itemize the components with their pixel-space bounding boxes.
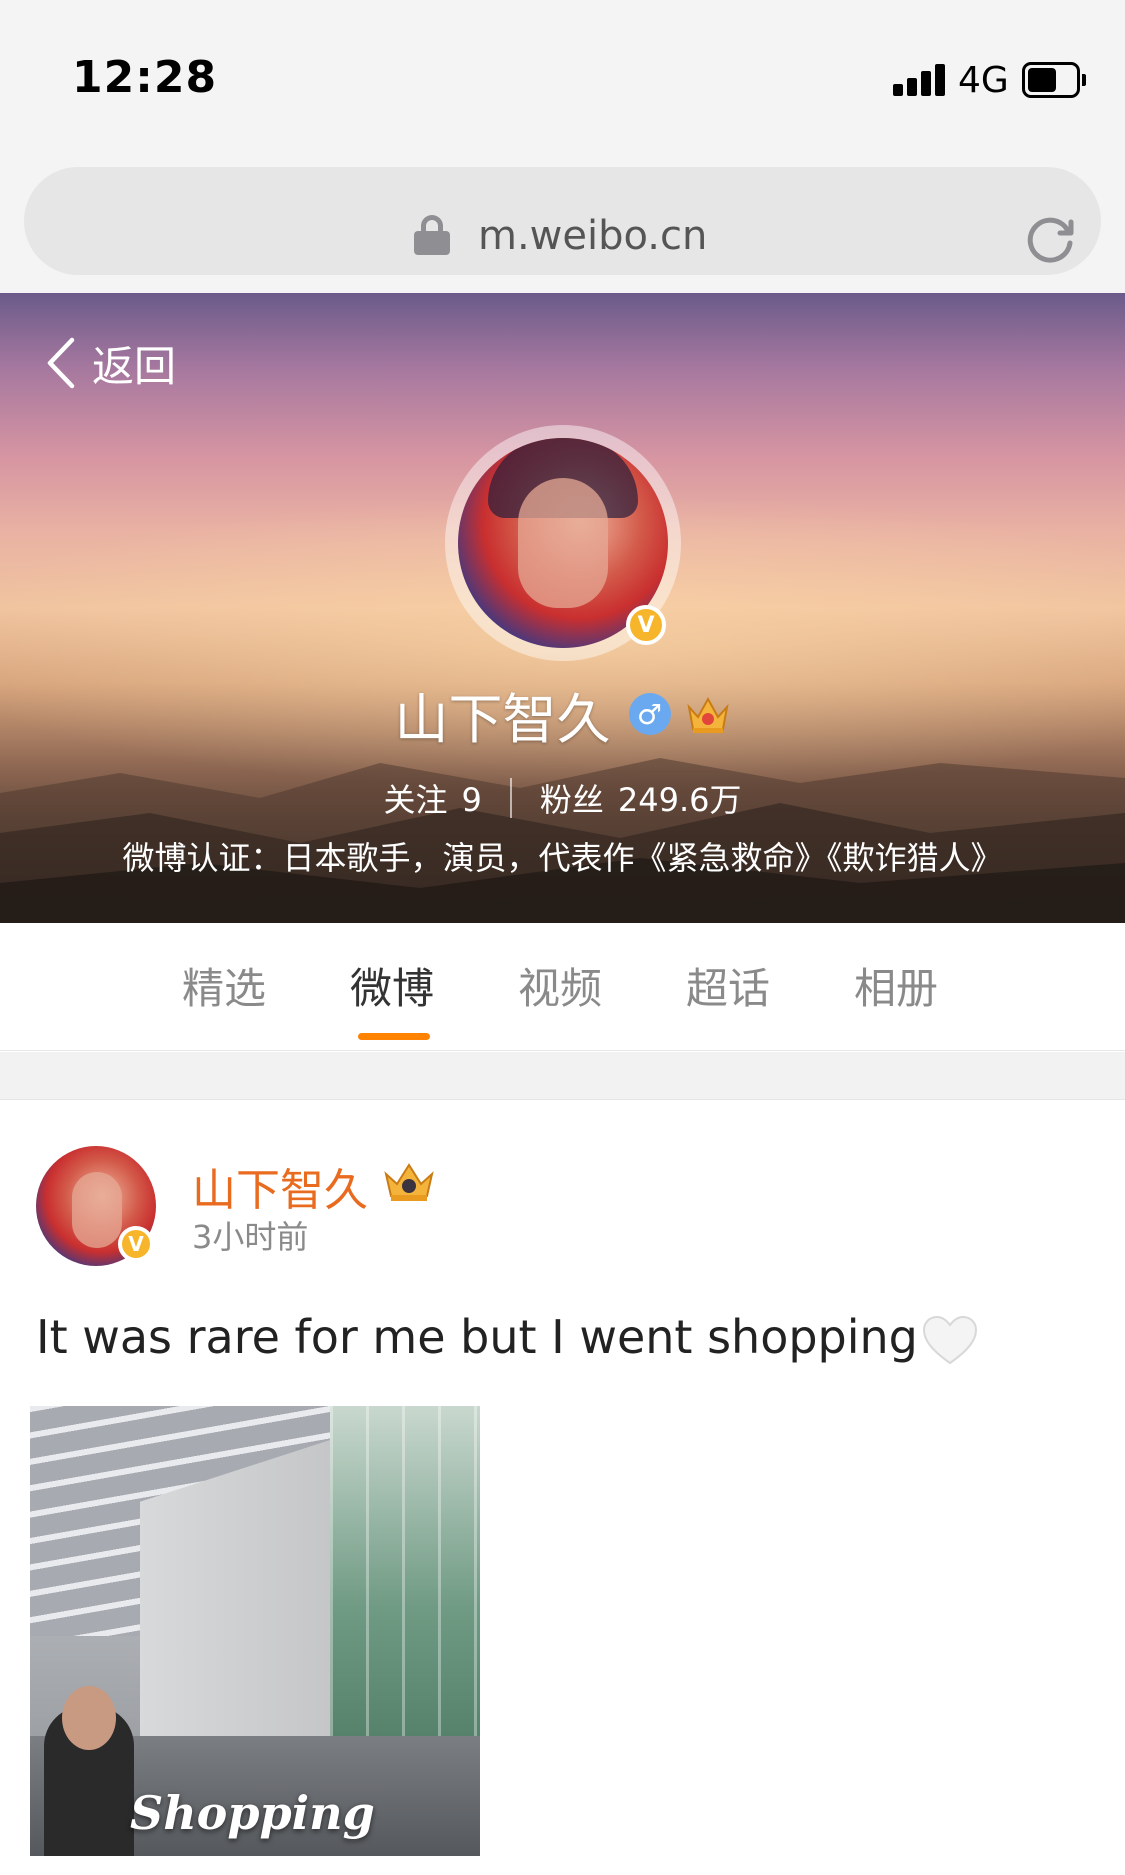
weibo-post: V 山下智久 3小时前 It was rare for me but I wen… (0, 1100, 1125, 1875)
profile-tabs: 精选 微博 视频 超话 相册 (0, 923, 1125, 1051)
post-timestamp: 3小时前 (192, 1218, 309, 1256)
tab-album[interactable]: 相册 (854, 955, 938, 1016)
verified-badge-icon: V (118, 1226, 154, 1262)
post-image[interactable]: Shopping (30, 1406, 480, 1856)
male-gender-icon: ♂ (628, 693, 671, 735)
stats-divider (509, 778, 512, 818)
address-bar[interactable]: m.weibo.cn (24, 167, 1101, 275)
tab-video[interactable]: 视频 (518, 955, 602, 1016)
status-bar: 12:28 4G (0, 0, 1125, 150)
following-label: 关注 (383, 781, 448, 819)
reload-icon[interactable] (1024, 211, 1078, 265)
profile-name-row: 山下智久 ♂ (0, 679, 1125, 751)
lock-icon (414, 215, 450, 255)
crown-icon[interactable] (380, 1158, 438, 1204)
url-text[interactable]: m.weibo.cn (478, 213, 707, 259)
chevron-left-icon (47, 337, 75, 389)
image-caption: Shopping (130, 1786, 375, 1840)
fans-label: 粉丝 (539, 781, 604, 819)
verified-badge-icon: V (626, 605, 666, 645)
profile-header: 返回 V 山下智久 ♂ 关注 9 粉丝 249.6万 微博认证：日本歌手，演员，代表… (0, 293, 1125, 923)
browser-toolbar: m.weibo.cn (0, 150, 1125, 293)
white-heart-icon (922, 1315, 977, 1364)
network-type: 4G (958, 60, 1009, 101)
following-count: 9 (461, 781, 482, 819)
back-label: 返回 (92, 341, 177, 391)
post-text[interactable]: It was rare for me but I went shopping (36, 1310, 978, 1367)
verification-text: 微博认证：日本歌手，演员，代表作《紧急救命》《欺诈猎人》 (122, 839, 1003, 877)
profile-stats: 关注 9 粉丝 249.6万 (0, 773, 1125, 823)
post-author-name[interactable]: 山下智久 (192, 1154, 368, 1218)
tab-featured[interactable]: 精选 (182, 955, 266, 1016)
section-divider (0, 1052, 1125, 1100)
tab-super-topic[interactable]: 超话 (686, 955, 770, 1016)
crown-icon[interactable] (685, 693, 731, 735)
battery-icon (1022, 62, 1086, 98)
following-stat[interactable]: 关注 9 (383, 775, 481, 821)
back-button[interactable]: 返回 (44, 333, 176, 393)
tab-weibo[interactable]: 微博 (350, 955, 434, 1016)
profile-name: 山下智久 (394, 687, 611, 751)
fans-stat[interactable]: 粉丝 249.6万 (540, 775, 742, 821)
fans-count: 249.6万 (617, 781, 742, 819)
active-tab-indicator (358, 1033, 430, 1040)
status-time: 12:28 (72, 52, 218, 103)
cellular-signal-icon (893, 64, 945, 96)
post-text-content: It was rare for me but I went shopping (36, 1310, 918, 1364)
